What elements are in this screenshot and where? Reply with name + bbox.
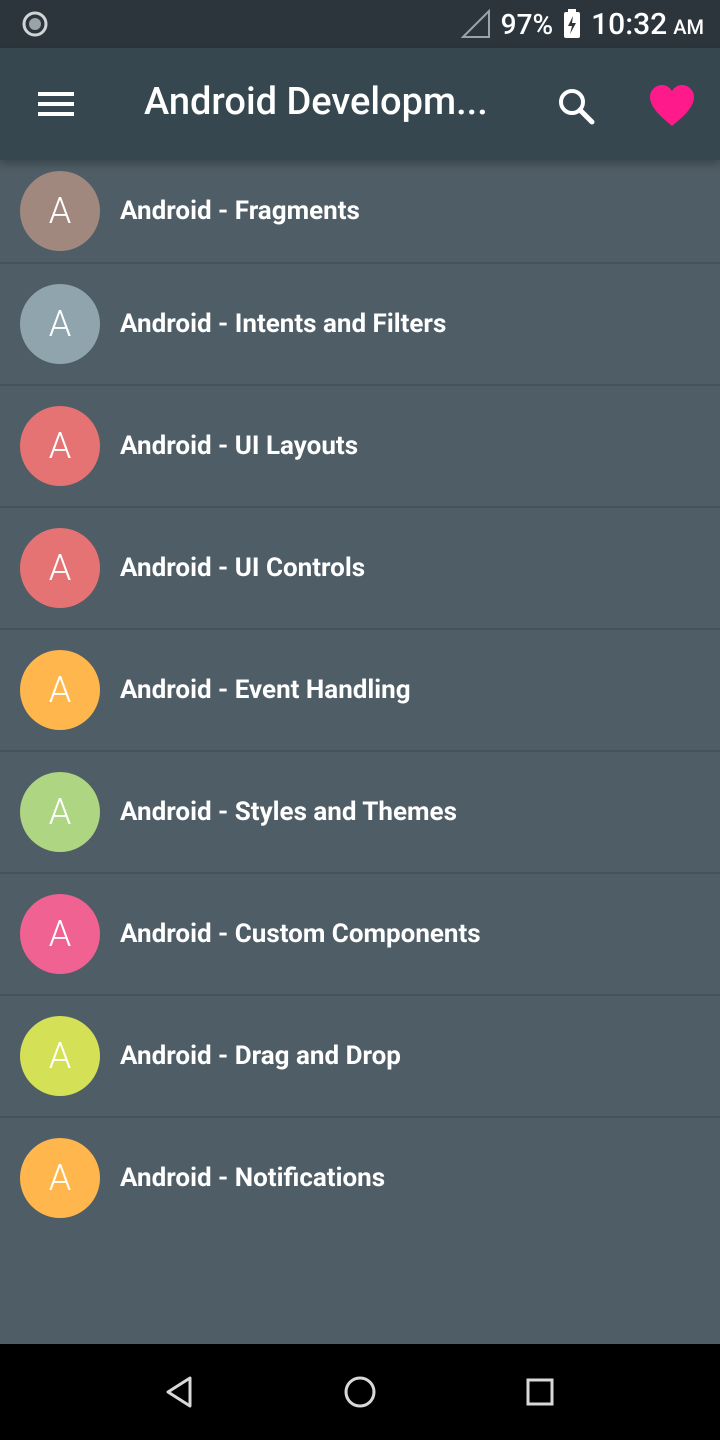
- avatar: A: [20, 406, 100, 486]
- battery-charging-icon: [564, 9, 581, 38]
- list-item[interactable]: A Android - Notifications: [0, 1118, 720, 1238]
- clock-ampm: AM: [673, 14, 704, 39]
- list-item-title: Android - UI Controls: [120, 553, 366, 583]
- avatar: A: [20, 171, 100, 251]
- back-icon[interactable]: [160, 1372, 200, 1412]
- avatar-letter: A: [48, 1157, 72, 1199]
- avatar-letter: A: [48, 190, 72, 232]
- home-icon[interactable]: [340, 1372, 380, 1412]
- list-item[interactable]: A Android - Fragments: [0, 160, 720, 264]
- list-item-title: Android - Notifications: [120, 1163, 386, 1193]
- status-right: 97% 10:32 AM: [460, 0, 704, 48]
- avatar-letter: A: [48, 913, 72, 955]
- avatar: A: [20, 650, 100, 730]
- heart-icon[interactable]: [646, 82, 698, 130]
- avatar: A: [20, 528, 100, 608]
- search-icon[interactable]: [552, 82, 600, 130]
- system-nav-bar: [0, 1344, 720, 1440]
- avatar: A: [20, 772, 100, 852]
- status-bar: 97% 10:32 AM: [0, 0, 720, 48]
- clock-time: 10:32: [591, 6, 668, 42]
- list-item[interactable]: A Android - Styles and Themes: [0, 752, 720, 874]
- list-item-title: Android - Event Handling: [120, 675, 411, 705]
- avatar-letter: A: [48, 791, 72, 833]
- clock: 10:32 AM: [591, 7, 704, 42]
- menu-icon[interactable]: [32, 84, 80, 124]
- list-item-title: Android - Drag and Drop: [120, 1041, 401, 1071]
- list-item-title: Android - Fragments: [120, 196, 360, 226]
- avatar-letter: A: [48, 547, 72, 589]
- topic-list: A Android - Fragments A Android - Intent…: [0, 160, 720, 1238]
- page-title: Android Developm...: [144, 80, 488, 124]
- list-item[interactable]: A Android - Event Handling: [0, 630, 720, 752]
- avatar: A: [20, 284, 100, 364]
- list-item[interactable]: A Android - UI Layouts: [0, 386, 720, 508]
- avatar: A: [20, 1016, 100, 1096]
- list-item-title: Android - Styles and Themes: [120, 797, 457, 827]
- app-bar: Android Developm...: [0, 48, 720, 160]
- list-item-title: Android - Intents and Filters: [120, 309, 447, 339]
- avatar: A: [20, 1138, 100, 1218]
- list-item[interactable]: A Android - Intents and Filters: [0, 264, 720, 386]
- sync-icon: [22, 11, 48, 37]
- avatar-letter: A: [48, 1035, 72, 1077]
- list-item[interactable]: A Android - Drag and Drop: [0, 996, 720, 1118]
- list-item-title: Android - Custom Components: [120, 919, 481, 949]
- list-item[interactable]: A Android - Custom Components: [0, 874, 720, 996]
- avatar-letter: A: [48, 425, 72, 467]
- avatar-letter: A: [48, 303, 72, 345]
- avatar-letter: A: [48, 669, 72, 711]
- recents-icon[interactable]: [520, 1372, 560, 1412]
- list-item[interactable]: A Android - UI Controls: [0, 508, 720, 630]
- avatar: A: [20, 894, 100, 974]
- signal-icon: [460, 9, 490, 38]
- list-item-title: Android - UI Layouts: [120, 431, 359, 461]
- battery-percent: 97%: [500, 7, 554, 41]
